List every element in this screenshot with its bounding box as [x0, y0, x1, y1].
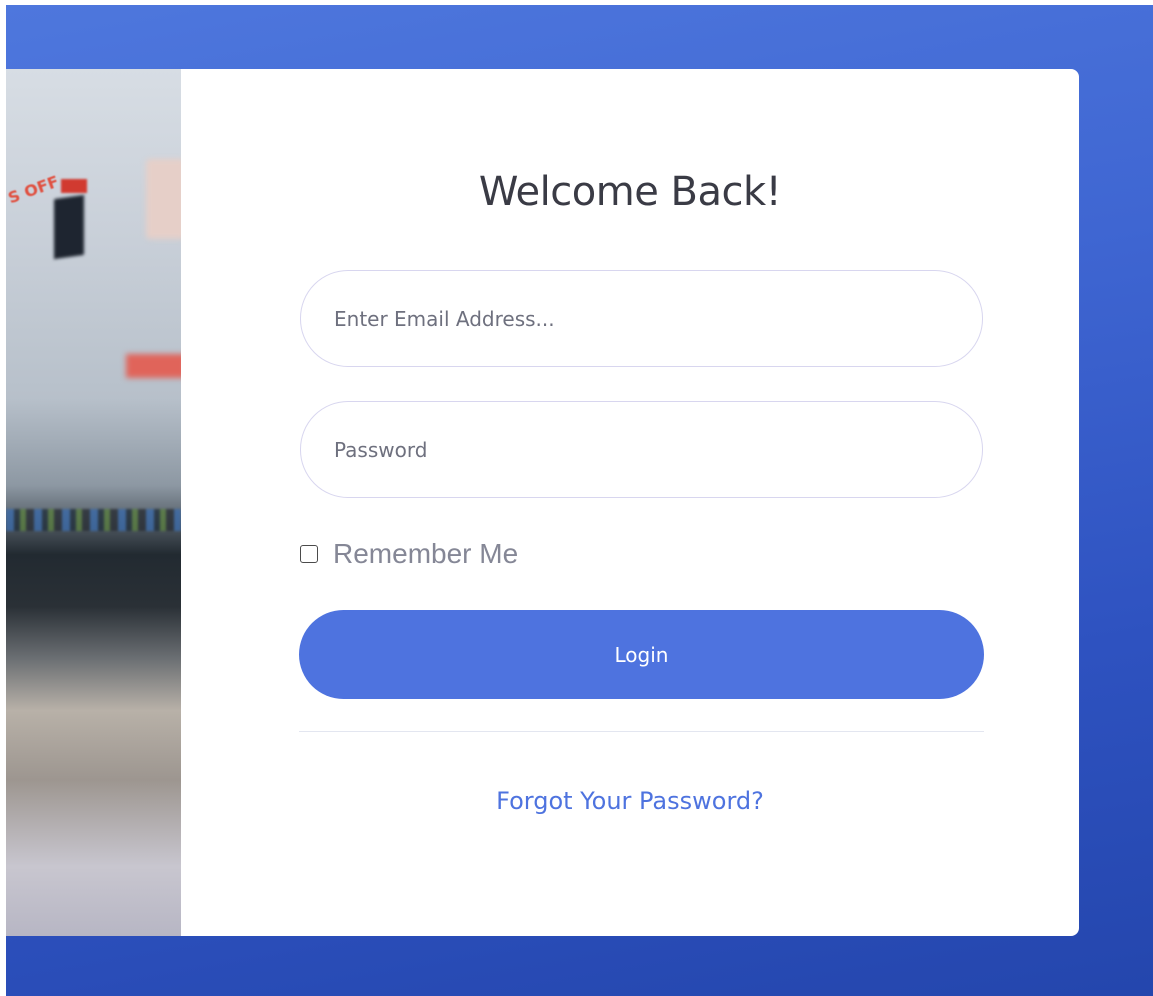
- login-side-image: S OFF: [6, 69, 181, 936]
- image-detail: [146, 159, 181, 239]
- forgot-password-link[interactable]: Forgot Your Password?: [181, 787, 1079, 815]
- login-card: S OFF Welcome Back! Remember Me Login Fo…: [6, 69, 1079, 936]
- divider: [299, 731, 984, 732]
- remember-me-checkbox[interactable]: [300, 545, 318, 563]
- page-background: S OFF Welcome Back! Remember Me Login Fo…: [6, 5, 1153, 996]
- image-detail: [54, 194, 84, 260]
- image-detail: [6, 509, 181, 531]
- email-field[interactable]: [300, 270, 983, 367]
- password-field[interactable]: [300, 401, 983, 498]
- login-button[interactable]: Login: [299, 610, 984, 699]
- remember-me-label: Remember Me: [333, 538, 519, 569]
- remember-me[interactable]: Remember Me: [300, 538, 518, 570]
- image-detail: [126, 354, 181, 378]
- page-title: Welcome Back!: [478, 169, 782, 215]
